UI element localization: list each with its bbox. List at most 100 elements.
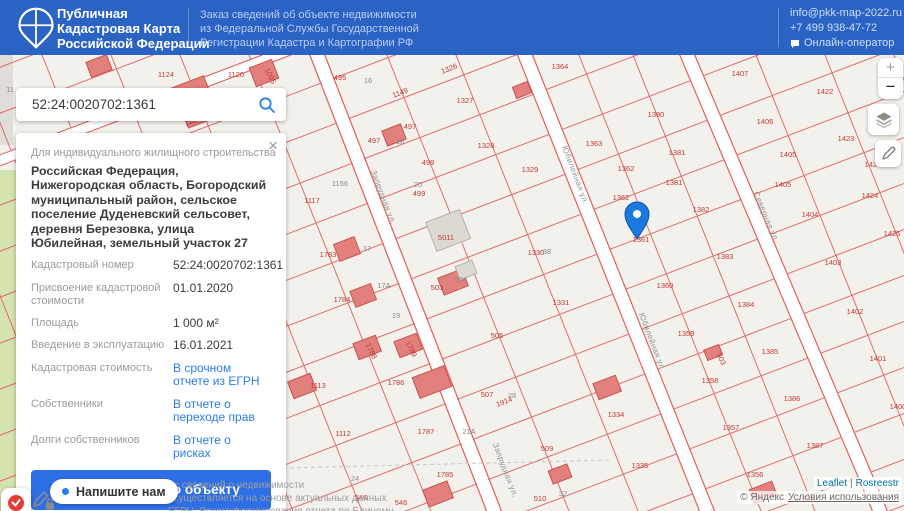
- svg-text:1385: 1385: [762, 347, 779, 356]
- attribute-label: Кадастровая стоимость: [31, 361, 153, 374]
- report-link[interactable]: В срочном отчете из ЕГРН: [173, 361, 271, 389]
- svg-text:1363: 1363: [586, 139, 603, 148]
- svg-text:1334: 1334: [608, 410, 625, 419]
- svg-text:1156: 1156: [332, 179, 348, 188]
- svg-text:16: 16: [364, 76, 372, 85]
- svg-text:1424: 1424: [862, 191, 879, 200]
- header-contact: info@pkk-map-2022.ru +7 499 938-47-72 Он…: [790, 6, 902, 51]
- pencil-icon: [881, 146, 895, 160]
- attribute-label: Введение в эксплуатацию: [31, 339, 165, 352]
- search-icon[interactable]: [258, 96, 276, 114]
- svg-text:1400: 1400: [890, 402, 904, 411]
- attribute-value: 16.01.2021: [173, 338, 234, 353]
- attribute-value: 01.01.2020: [173, 280, 234, 295]
- header-subtitle: Заказ сведений об объекте недвижимости и…: [200, 8, 419, 50]
- contact-phone[interactable]: +7 499 938-47-72: [790, 21, 902, 36]
- svg-text:1785: 1785: [437, 470, 454, 479]
- online-dot: [62, 488, 69, 495]
- attribute-row: Присвоение кадастровой стоимости 01.01.2…: [31, 280, 271, 308]
- svg-text:1787: 1787: [418, 427, 435, 436]
- measure-button[interactable]: [875, 140, 901, 167]
- svg-text:1425: 1425: [884, 229, 901, 238]
- svg-text:1383: 1383: [717, 252, 734, 261]
- header-subtitle-line: Регистрации Кадастра и Картографии РФ: [200, 37, 414, 49]
- svg-text:1358: 1358: [702, 376, 719, 385]
- app-window: 1124 1120 1123 1095 495 1149 1326 1327 1…: [0, 0, 904, 511]
- close-icon[interactable]: ×: [268, 137, 278, 155]
- app-title-line: Публичная: [57, 6, 128, 21]
- svg-text:1384: 1384: [738, 300, 755, 309]
- chat-with-us-button[interactable]: Напишите нам: [50, 479, 178, 504]
- chat-bubble-icon: [791, 39, 799, 48]
- app-title-line: Российской Федерации: [57, 36, 210, 51]
- svg-text:503: 503: [431, 283, 444, 292]
- online-operator-button[interactable]: Онлайн-оператор: [790, 36, 902, 51]
- svg-text:38: 38: [543, 247, 551, 256]
- attribute-label: Собственники: [31, 397, 103, 410]
- header-subtitle-line: из Федеральной Службы Государственной: [200, 23, 419, 35]
- svg-text:1784: 1784: [334, 295, 351, 304]
- svg-text:1404: 1404: [802, 210, 819, 219]
- land-usage-text: Для индивидуального жилищного строительс…: [31, 147, 276, 159]
- svg-text:499: 499: [413, 189, 426, 198]
- svg-text:1786: 1786: [388, 378, 405, 387]
- yandex-copyright: © Яндекс: [740, 492, 784, 503]
- svg-text:1387: 1387: [807, 441, 824, 450]
- svg-text:1327: 1327: [457, 96, 474, 105]
- svg-text:11: 11: [6, 85, 14, 94]
- contact-email[interactable]: info@pkk-map-2022.ru: [790, 6, 902, 21]
- chat-widget-icon: [8, 495, 24, 511]
- svg-text:1423: 1423: [838, 134, 855, 143]
- svg-text:1381: 1381: [666, 178, 683, 187]
- disclaimer-text: ие сведений о недвижимости осуществляетс…: [168, 479, 393, 511]
- svg-text:1406: 1406: [757, 117, 774, 126]
- app-title-line: Кадастровая Карта: [57, 21, 181, 36]
- header-divider: [778, 8, 779, 47]
- svg-text:1120: 1120: [228, 70, 244, 79]
- svg-text:1405: 1405: [775, 180, 792, 189]
- svg-text:1362: 1362: [618, 164, 635, 173]
- svg-text:499: 499: [422, 158, 435, 167]
- svg-text:1401: 1401: [870, 354, 887, 363]
- disclaimer-line: ие сведений о недвижимости: [168, 480, 305, 491]
- attribute-row: Введение в эксплуатацию 16.01.2021: [31, 339, 271, 353]
- terms-of-use-link[interactable]: Условия использования: [788, 492, 899, 503]
- zoom-out-button[interactable]: −: [878, 78, 903, 98]
- svg-text:1362: 1362: [613, 193, 630, 202]
- svg-text:1386: 1386: [784, 394, 801, 403]
- attribute-row: Площадь 1 000 м²: [31, 316, 271, 331]
- svg-text:32: 32: [559, 489, 567, 498]
- svg-text:1328: 1328: [478, 141, 495, 150]
- svg-text:507: 507: [481, 390, 494, 399]
- svg-text:17: 17: [363, 244, 371, 253]
- search-bar: [16, 88, 286, 121]
- zoom-in-button[interactable]: +: [878, 58, 903, 78]
- app-title: Публичная Кадастровая Карта Российской Ф…: [57, 6, 210, 51]
- svg-text:1359: 1359: [678, 329, 695, 338]
- rosreestr-link[interactable]: Rosreestr: [856, 478, 899, 489]
- leaflet-link[interactable]: Leaflet: [817, 478, 847, 489]
- svg-text:546: 546: [395, 498, 408, 507]
- svg-text:21А: 21А: [462, 427, 475, 436]
- svg-text:5011: 5011: [438, 233, 454, 242]
- svg-text:18: 18: [396, 137, 404, 146]
- svg-text:1360: 1360: [657, 281, 674, 290]
- search-input[interactable]: [30, 96, 258, 113]
- disclaimer-line: ЕГРН. Время формирования отчета по Едино…: [168, 505, 393, 511]
- svg-text:28: 28: [508, 391, 516, 400]
- attribute-value: 52:24:0020702:1361: [173, 258, 284, 273]
- pkk-logo-icon: [18, 7, 54, 49]
- chat-widget-button[interactable]: [1, 488, 31, 511]
- report-link[interactable]: В отчете о рисках: [173, 433, 271, 461]
- layers-icon: [875, 112, 892, 128]
- svg-text:510: 510: [534, 494, 547, 503]
- parcel-attributes: Кадастровый номер 52:24:0020702:1361 При…: [31, 259, 283, 461]
- layers-button[interactable]: [868, 104, 899, 135]
- svg-text:497: 497: [404, 122, 417, 131]
- svg-text:24: 24: [351, 474, 359, 483]
- report-link[interactable]: В отчете о переходе прав: [173, 397, 271, 425]
- svg-text:505: 505: [491, 331, 504, 340]
- zoom-control: + −: [878, 58, 903, 99]
- disclaimer-line: осуществляется на основе актуальных данн…: [168, 493, 387, 504]
- yandex-attribution: © Яндекс Условия использования: [737, 491, 902, 504]
